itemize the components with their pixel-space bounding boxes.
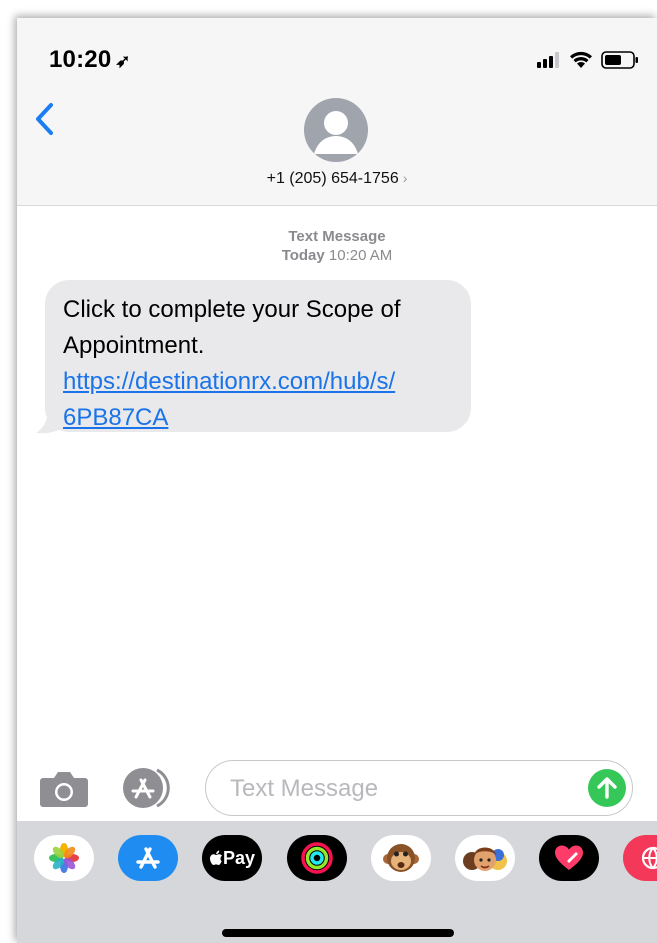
cellular-signal-icon	[537, 52, 559, 68]
message-timestamp: Text Message Today 10:20 AM	[17, 227, 657, 265]
service-label: Text Message	[288, 228, 386, 245]
status-icons	[537, 50, 639, 70]
photos-flower-icon	[49, 843, 79, 873]
app-store-app-icon[interactable]	[118, 835, 178, 881]
status-time: 10:20 ➶	[49, 46, 131, 74]
wifi-icon	[570, 51, 592, 68]
apple-logo-icon	[209, 850, 222, 865]
incoming-message-bubble[interactable]: Click to complete your Scope of Appointm…	[45, 280, 471, 432]
message-link-line[interactable]: 6PB87CA	[63, 404, 168, 431]
message-text-line: Click to complete your Scope of	[63, 296, 401, 323]
conversation-header: 10:20 ➶ +1 (205) 654-1756 ›	[17, 18, 657, 206]
contact-chevron-icon: ›	[402, 170, 408, 186]
timestamp-day: Today	[281, 247, 325, 264]
timestamp-line: Today 10:20 AM	[17, 246, 657, 265]
monkey-face-icon	[383, 844, 419, 872]
battery-icon	[601, 51, 638, 69]
activity-app-icon[interactable]	[287, 835, 347, 881]
message-input-placeholder: Text Message	[230, 775, 379, 802]
message-link-line[interactable]: https://destinationrx.com/hub/s/	[63, 368, 395, 395]
imessage-app-drawer: Pay	[17, 821, 657, 943]
home-indicator[interactable]	[222, 929, 454, 937]
status-time-text: 10:20	[49, 46, 112, 73]
send-button[interactable]	[588, 769, 626, 807]
app-drawer-button[interactable]	[121, 766, 175, 810]
heart-touch-icon	[555, 845, 583, 870]
apple-pay-app-icon[interactable]: Pay	[202, 835, 262, 881]
camera-icon	[40, 772, 88, 807]
back-chevron-icon	[36, 103, 53, 135]
contact-avatar[interactable]	[304, 98, 368, 162]
apple-pay-label: Pay	[222, 847, 256, 868]
timestamp-time: 10:20 AM	[328, 247, 393, 264]
photos-app-icon[interactable]	[34, 835, 94, 881]
back-button[interactable]	[29, 102, 59, 142]
contact-name[interactable]: +1 (205) 654-1756 ›	[17, 170, 657, 188]
app-store-icon	[123, 768, 170, 808]
message-input[interactable]: Text Message	[205, 760, 633, 816]
digital-touch-icon[interactable]	[539, 835, 599, 881]
animoji-monkey-icon[interactable]	[371, 835, 431, 881]
contact-number[interactable]: +1 (205) 654-1756	[267, 170, 399, 187]
messages-screen: 10:20 ➶ +1 (205) 654-1756 › Text Message…	[17, 18, 657, 943]
camera-button[interactable]	[39, 770, 89, 808]
message-text-line: Appointment.	[63, 332, 205, 359]
app-store-a-icon	[136, 847, 160, 869]
send-arrow-icon	[597, 777, 617, 799]
globe-icon	[641, 846, 657, 870]
activity-rings-icon	[301, 842, 333, 874]
memoji-faces-icon	[463, 847, 507, 871]
location-arrow-icon: ➶	[115, 51, 131, 71]
memoji-icon[interactable]	[455, 835, 515, 881]
message-link[interactable]: https://destinationrx.com/hub/s/6PB87CA	[63, 368, 395, 431]
person-avatar-icon	[314, 111, 358, 154]
web-search-app-icon[interactable]	[623, 835, 657, 881]
